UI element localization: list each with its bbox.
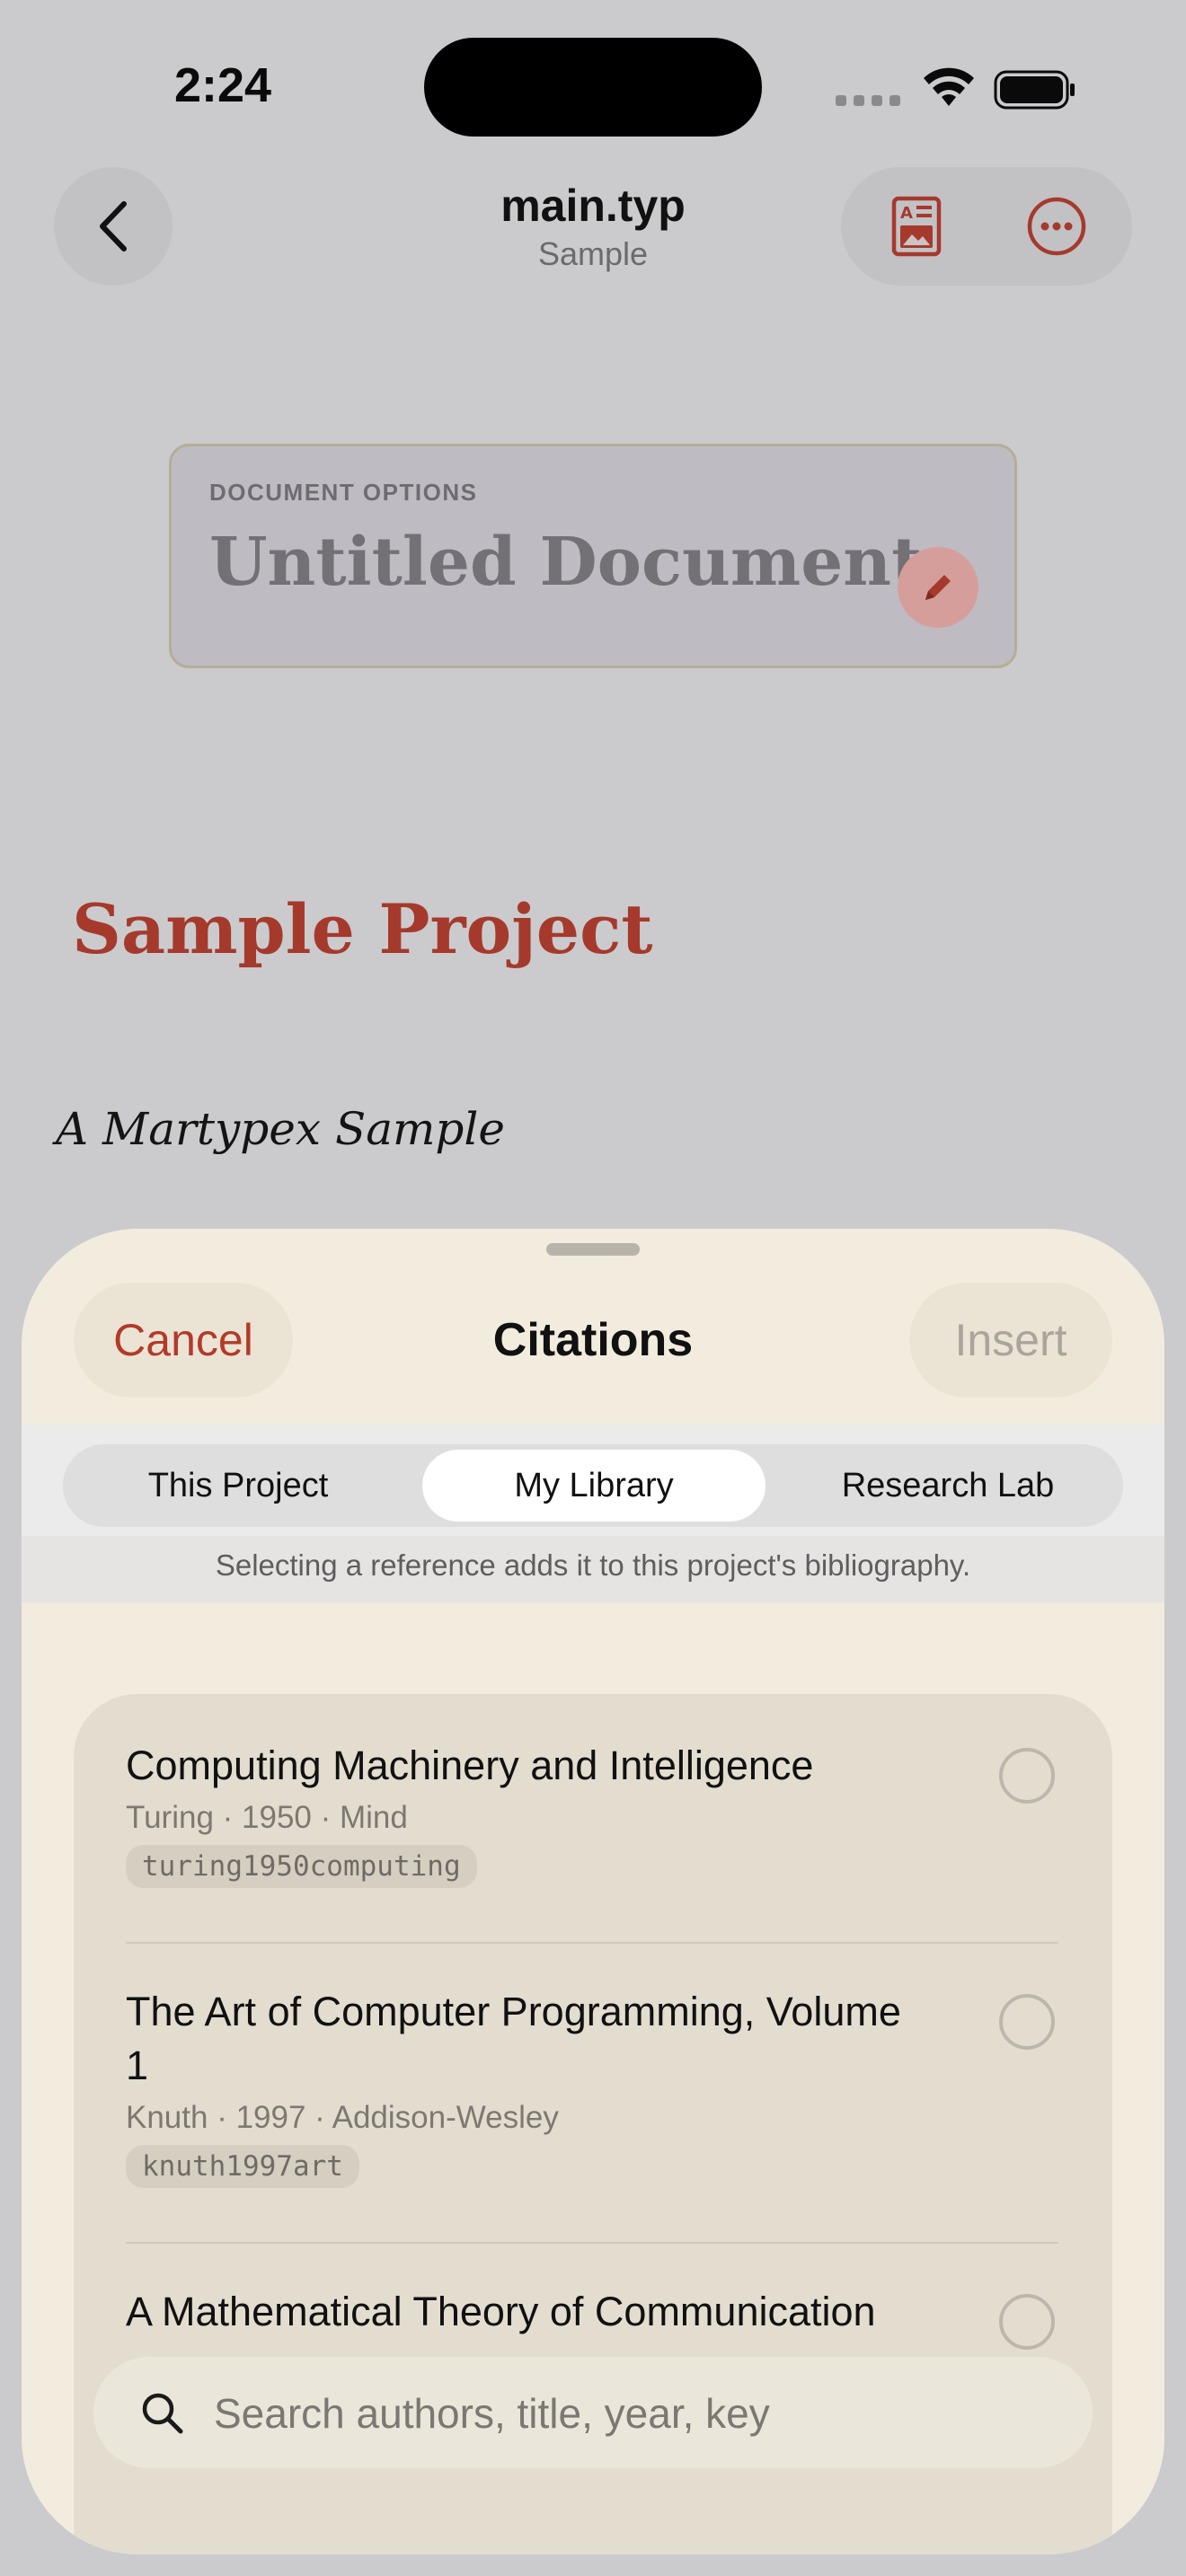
cancel-button[interactable]: Cancel (74, 1283, 293, 1398)
reference-title: The Art of Computer Programming, Volume … (126, 1989, 901, 2088)
reference-key: knuth1997art (126, 2145, 359, 2188)
document-options-label: DOCUMENT OPTIONS (209, 479, 478, 506)
reference-title: A Mathematical Theory of Communication (126, 2289, 876, 2334)
svg-text:A: A (900, 204, 913, 223)
reference-title: Computing Machinery and Intelligence (126, 1742, 814, 1788)
status-time: 2:24 (174, 58, 272, 112)
reference-select-radio[interactable] (999, 1994, 1055, 2050)
sheet-title: Citations (492, 1314, 694, 1366)
segment-my-library[interactable]: My Library (422, 1450, 766, 1522)
divider (126, 1942, 1058, 1944)
reference-select-radio[interactable] (999, 2294, 1055, 2350)
reference-row[interactable]: A Mathematical Theory of Communication (126, 2285, 988, 2339)
reference-meta: Turing · 1950 · Mind (126, 1800, 408, 1835)
reference-row[interactable]: Computing Machinery and Intelligence Tur… (126, 1739, 988, 1888)
sheet-grabber[interactable] (546, 1243, 640, 1256)
reference-select-radio[interactable] (999, 1748, 1055, 1804)
search-icon (142, 2393, 183, 2434)
reference-row[interactable]: The Art of Computer Programming, Volume … (126, 1985, 934, 2188)
dynamic-island (424, 38, 762, 137)
chevron-left-icon (100, 201, 127, 251)
preview-button[interactable]: A (886, 196, 947, 257)
reference-meta: Knuth · 1997 · Addison-Wesley (126, 2100, 559, 2135)
citations-sheet: Cancel Citations Insert This Project My … (22, 1229, 1164, 2554)
more-button[interactable] (1026, 196, 1087, 257)
library-segmented-control: This Project My Library Research Lab (63, 1444, 1123, 1527)
nav-actions: A (841, 167, 1132, 286)
divider (126, 2242, 1058, 2244)
file-title: main.typ (500, 181, 686, 231)
search-input[interactable]: Search authors, title, year, key (214, 2389, 770, 2438)
reference-key: turing1950computing (126, 1845, 477, 1888)
battery-icon (994, 70, 1075, 110)
back-button[interactable] (54, 167, 173, 286)
segment-this-project[interactable]: This Project (63, 1444, 413, 1527)
bibliography-hint: Selecting a reference adds it to this pr… (215, 1548, 971, 1582)
document-subtitle: A Martypex Sample (56, 1103, 505, 1155)
document-title: Untitled Document (209, 524, 923, 601)
pencil-icon (925, 575, 951, 600)
segment-research-lab[interactable]: Research Lab (773, 1444, 1123, 1527)
document-heading: Sample Project (72, 889, 653, 969)
more-ellipsis-icon (1027, 197, 1086, 256)
document-preview-icon: A (891, 196, 942, 257)
edit-document-button[interactable] (898, 547, 978, 628)
document-options-card[interactable]: DOCUMENT OPTIONS Untitled Document (169, 444, 1017, 668)
search-field[interactable]: Search authors, title, year, key (93, 2357, 1093, 2468)
wifi-icon (924, 67, 974, 106)
insert-button[interactable]: Insert (909, 1283, 1112, 1398)
cellular-signal-icon (836, 95, 900, 106)
project-name: Sample (537, 235, 649, 272)
